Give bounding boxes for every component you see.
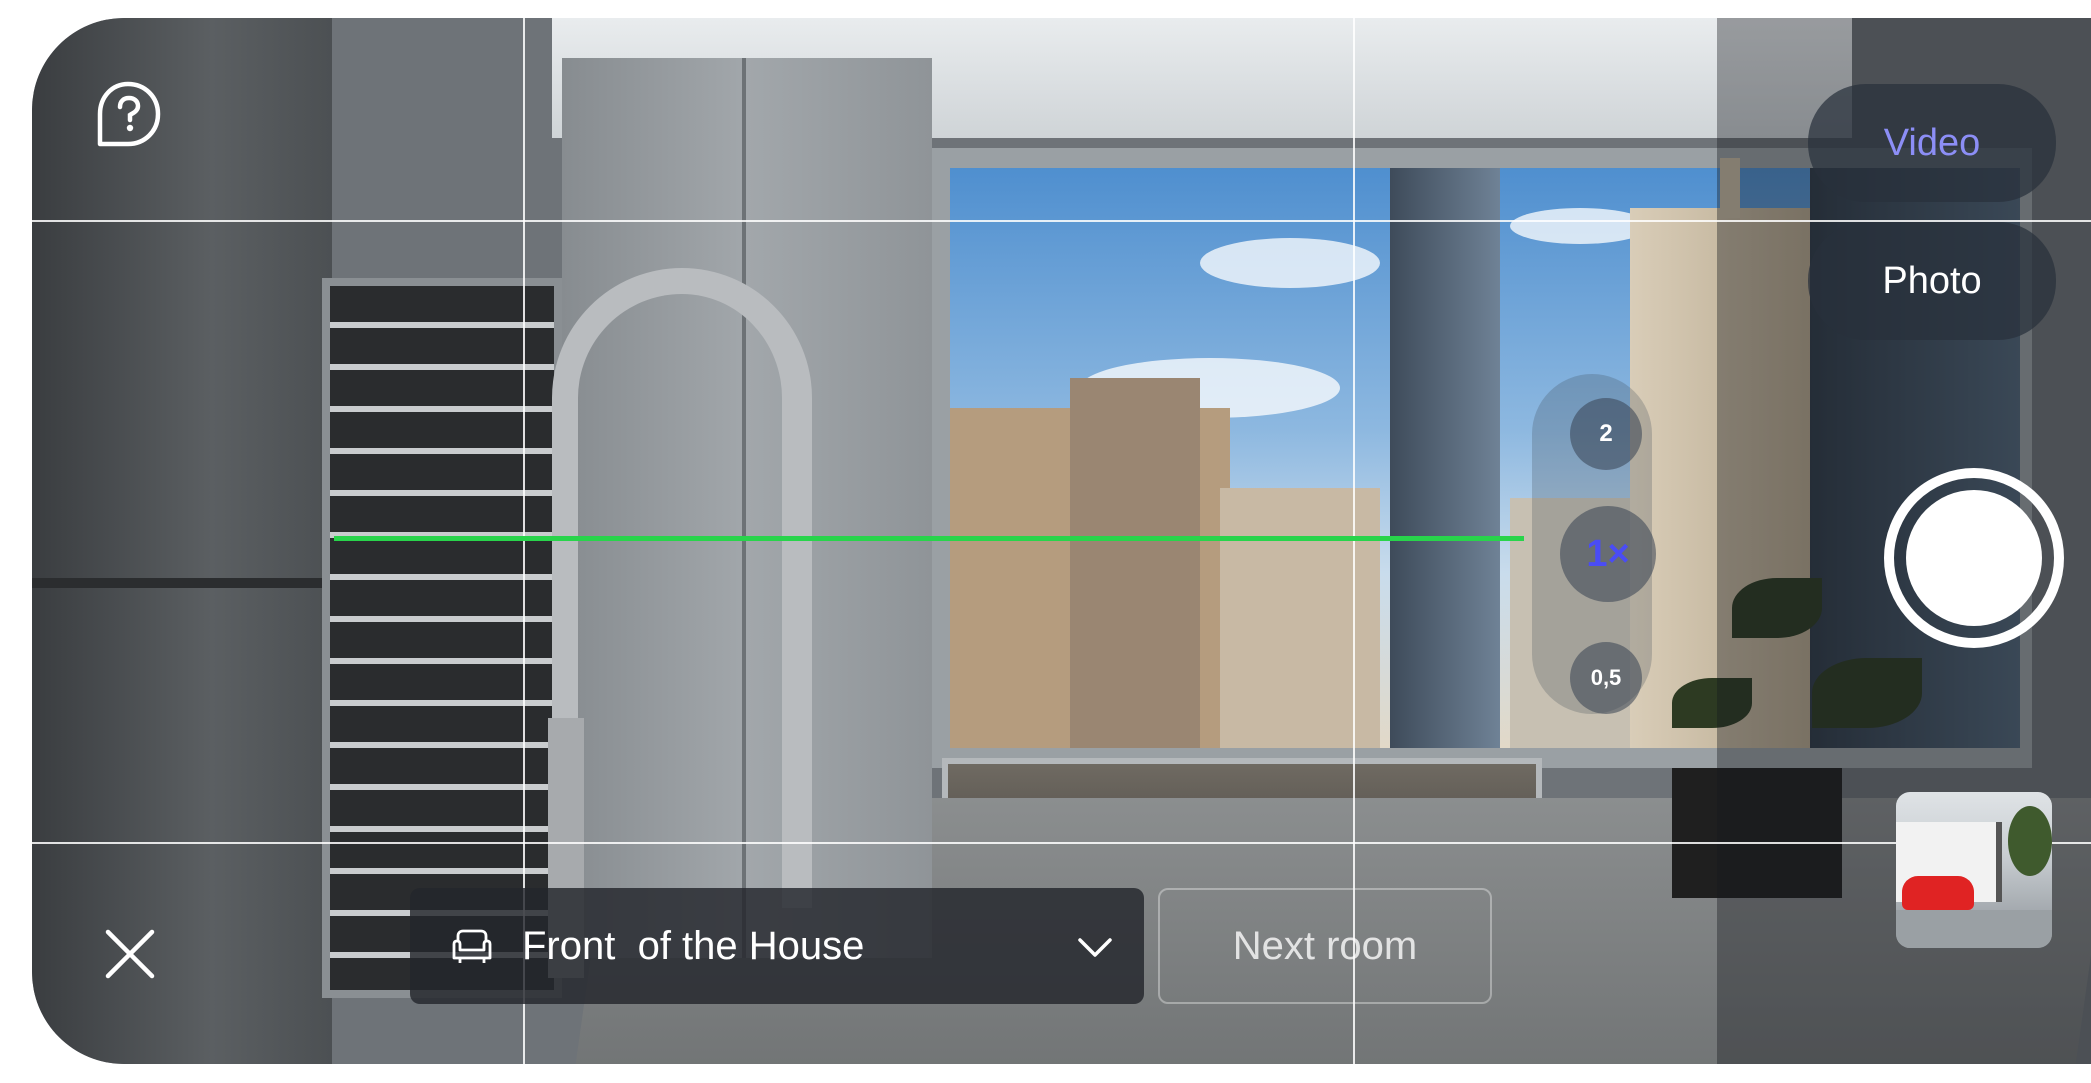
scene-cabinets — [32, 18, 332, 1064]
close-button[interactable] — [98, 922, 162, 986]
level-indicator-line — [334, 536, 1524, 541]
grid-line-horizontal — [32, 842, 2091, 844]
building — [1390, 168, 1500, 748]
zoom-2x-button[interactable]: 2 — [1570, 398, 1642, 470]
grid-line-horizontal — [32, 220, 2091, 222]
help-bubble-icon — [92, 78, 164, 150]
room-selector-label: Front of the House — [522, 924, 865, 968]
thumb-tree — [2008, 806, 2052, 876]
capture-mode-toggle: Video Photo — [1808, 84, 2056, 360]
chevron-down-icon — [1074, 926, 1116, 968]
close-icon — [98, 922, 162, 986]
zoom-1x-button[interactable]: 1× — [1560, 506, 1656, 602]
video-mode-button[interactable]: Video — [1808, 84, 2056, 202]
zoom-0-5x-button[interactable]: 0,5 — [1570, 642, 1642, 714]
last-capture-thumbnail[interactable] — [1896, 792, 2052, 948]
next-room-button[interactable]: Next room — [1158, 888, 1492, 1004]
room-selector-dropdown[interactable]: Front of the House — [410, 888, 1144, 1004]
thumb-ground — [1896, 910, 2052, 948]
sofa-icon — [448, 922, 496, 970]
camera-screen: Front of the House Next room Video Photo… — [32, 18, 2091, 1064]
shutter-button[interactable] — [1884, 468, 2064, 648]
photo-mode-button[interactable]: Photo — [1808, 222, 2056, 340]
building — [1220, 488, 1380, 748]
building — [1070, 378, 1200, 748]
thumb-car — [1902, 876, 1974, 910]
scene-faucet — [552, 268, 812, 908]
shutter-inner — [1906, 490, 2042, 626]
help-button[interactable] — [90, 76, 166, 152]
cloud — [1510, 208, 1650, 244]
